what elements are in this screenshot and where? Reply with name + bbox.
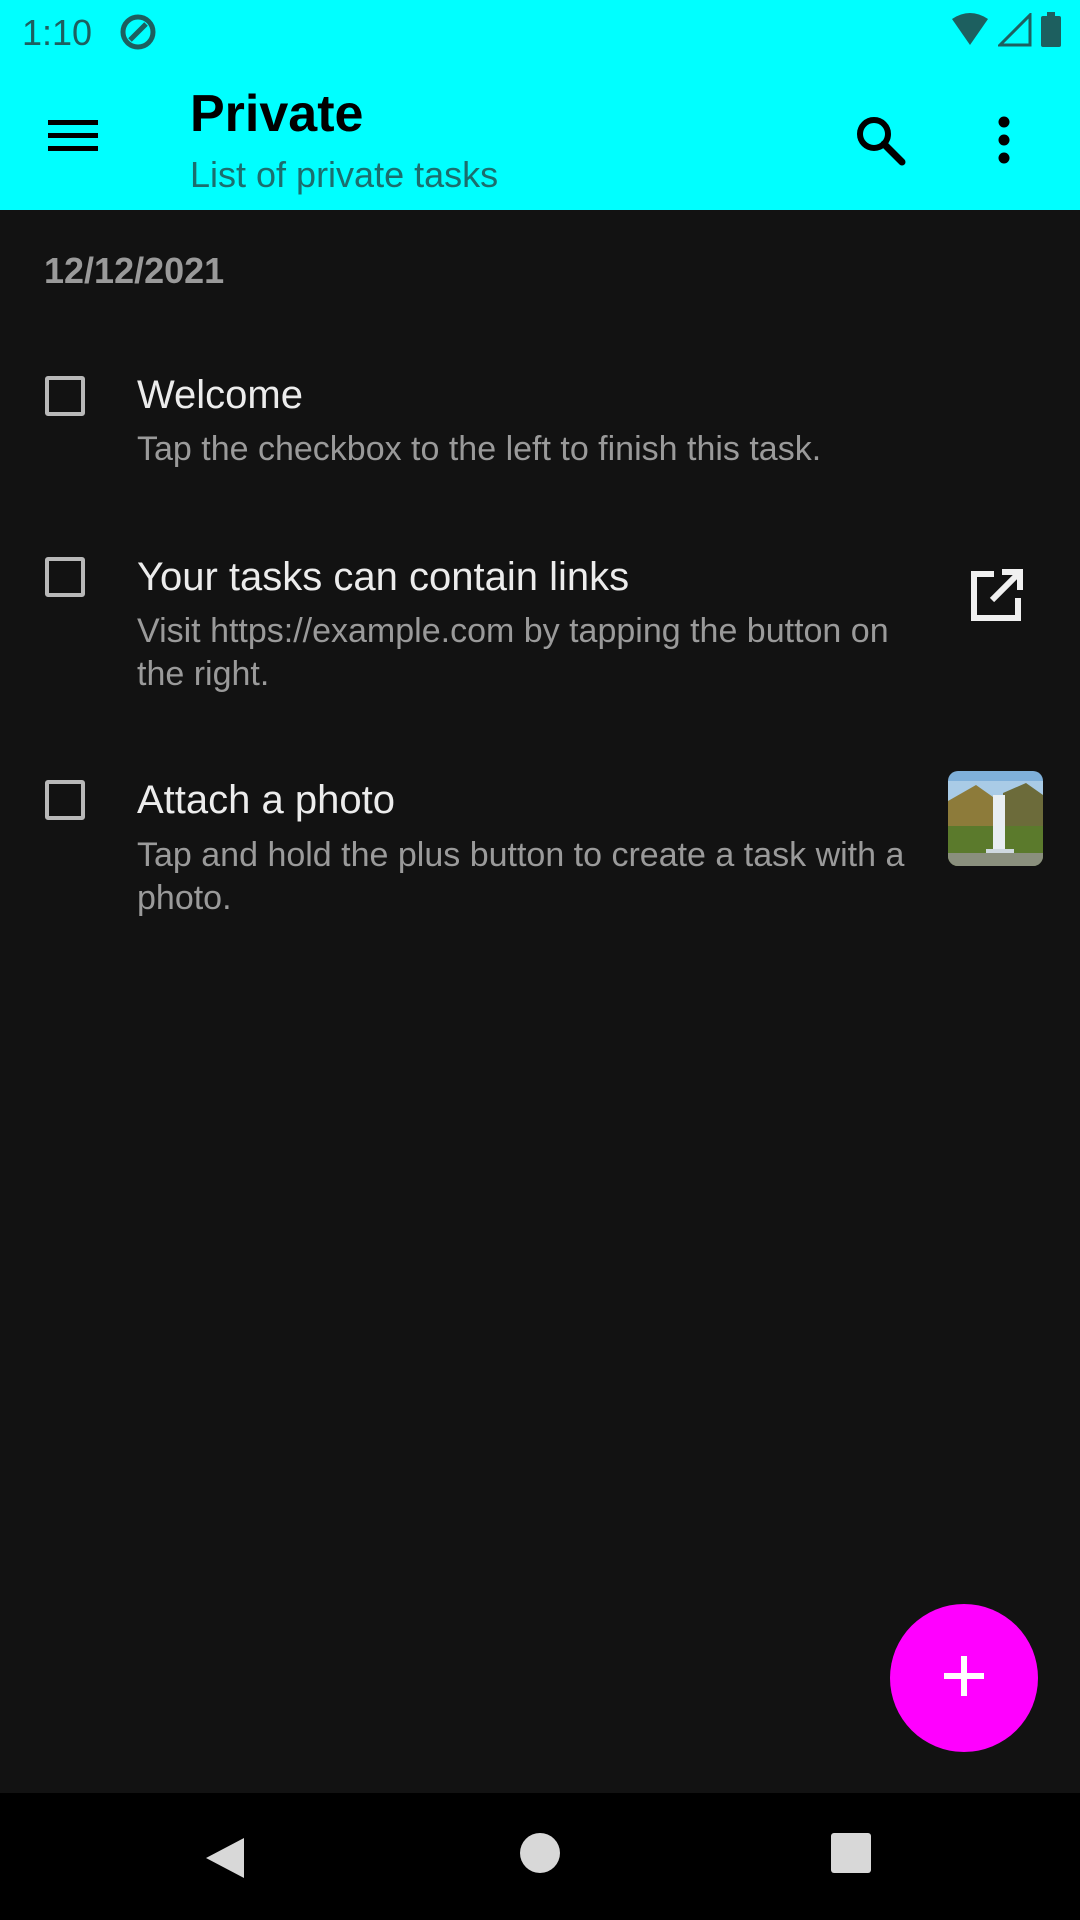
recents-icon[interactable] (831, 1833, 871, 1873)
home-icon[interactable] (520, 1833, 560, 1873)
app-bar: Private List of private tasks (0, 62, 1080, 210)
sync-icon (118, 12, 158, 57)
task-description: Tap and hold the plus button to create a… (137, 836, 905, 917)
task-title: Attach a photo (137, 778, 395, 822)
back-icon[interactable] (204, 1836, 246, 1885)
task-title: Your tasks can contain links (137, 555, 630, 599)
add-task-button[interactable] (890, 1604, 1038, 1752)
open-in-new-icon[interactable] (968, 568, 1024, 624)
status-time: 1:10 (22, 12, 93, 53)
task-title: Welcome (137, 373, 303, 417)
task-checkbox[interactable] (45, 557, 85, 597)
task-description: Tap the checkbox to the left to finish t… (137, 430, 822, 468)
task-checkbox[interactable] (45, 376, 85, 416)
status-bar: 1:10 (0, 0, 1080, 62)
signal-icon (996, 11, 1032, 52)
search-icon[interactable] (852, 112, 908, 173)
wifi-icon (950, 13, 990, 52)
task-checkbox[interactable] (45, 780, 85, 820)
battery-icon (1040, 12, 1062, 53)
page-subtitle: List of private tasks (190, 154, 499, 195)
add-icon (942, 1654, 986, 1703)
page-title: Private (190, 85, 364, 143)
menu-icon[interactable] (48, 116, 98, 161)
system-nav-bar (0, 1793, 1080, 1920)
task-description: Visit https://example.com by tapping the… (137, 612, 889, 693)
task-photo-thumbnail[interactable] (948, 771, 1043, 866)
date-header: 12/12/2021 (44, 250, 225, 291)
more-vert-icon[interactable] (992, 112, 1016, 173)
